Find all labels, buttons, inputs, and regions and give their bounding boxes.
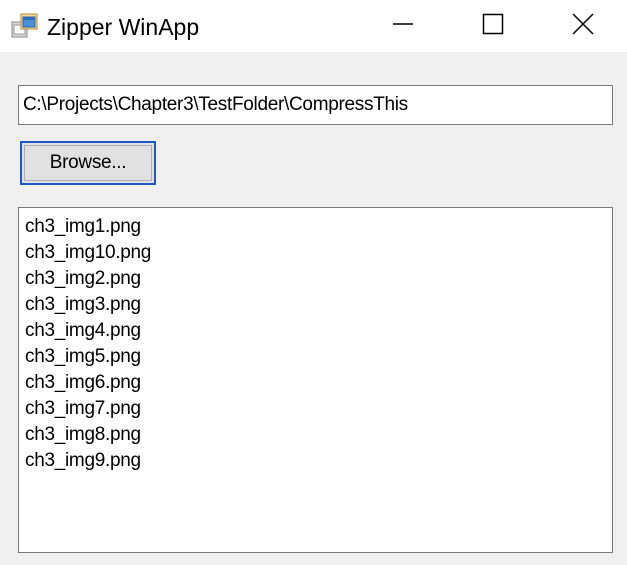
list-item[interactable]: ch3_img6.png bbox=[25, 370, 612, 396]
close-button[interactable] bbox=[536, 0, 627, 52]
list-item[interactable]: ch3_img7.png bbox=[25, 396, 612, 422]
maximize-button[interactable] bbox=[446, 0, 540, 52]
list-item[interactable]: ch3_img1.png bbox=[25, 214, 612, 240]
browse-button[interactable]: Browse... bbox=[20, 141, 156, 185]
folder-path-field[interactable] bbox=[18, 85, 613, 125]
form-client-area: Browse... ch3_img1.pngch3_img10.pngch3_i… bbox=[0, 52, 627, 565]
list-item[interactable]: ch3_img2.png bbox=[25, 266, 612, 292]
list-item[interactable]: ch3_img3.png bbox=[25, 292, 612, 318]
window-title: Zipper WinApp bbox=[47, 14, 200, 40]
maximize-icon bbox=[482, 13, 504, 40]
list-item[interactable]: ch3_img4.png bbox=[25, 318, 612, 344]
file-listbox[interactable]: ch3_img1.png ch3_img10.png ch3_img2.png ch3… bbox=[18, 207, 613, 553]
title-bar[interactable]: Zipper WinApp bbox=[0, 0, 627, 52]
close-icon bbox=[572, 12, 594, 40]
list-item[interactable]: ch3_img8.png bbox=[25, 422, 612, 448]
minimize-button[interactable] bbox=[356, 0, 450, 52]
list-item[interactable]: ch3_img9.png bbox=[25, 448, 612, 474]
list-item[interactable]: ch3_img10.png bbox=[25, 240, 612, 266]
winforms-app-icon bbox=[11, 13, 39, 39]
list-item[interactable]: ch3_img5.png bbox=[25, 344, 612, 370]
browse-button-label: Browse... bbox=[49, 152, 127, 173]
minimize-icon bbox=[392, 13, 414, 40]
